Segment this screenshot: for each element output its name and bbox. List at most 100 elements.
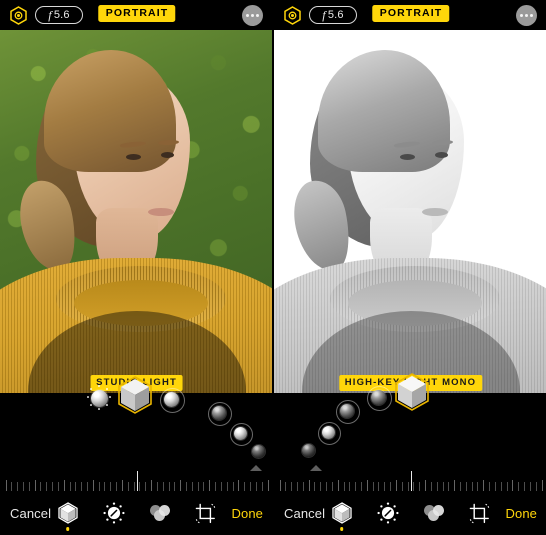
- hair-front: [318, 50, 450, 172]
- eye-left: [400, 154, 415, 160]
- lighting-option-studio-light[interactable]: [322, 426, 335, 439]
- slider-tick: [75, 482, 77, 491]
- slider-tick: [191, 482, 193, 491]
- slider-tick: [180, 480, 182, 491]
- slider-tick: [57, 482, 59, 491]
- tool-buttons: [330, 500, 492, 531]
- slider-tick: [203, 482, 205, 491]
- adjust-dial-icon[interactable]: [102, 500, 126, 526]
- slider-thumb[interactable]: [410, 471, 413, 491]
- adjust-dial-icon[interactable]: [376, 500, 400, 526]
- slider-tick: [355, 482, 357, 491]
- slider-tick: [98, 482, 100, 491]
- cancel-button[interactable]: Cancel: [10, 507, 51, 520]
- slider-tick: [518, 482, 520, 491]
- lighting-option-natural-light[interactable]: [91, 390, 108, 407]
- photo-subject: [274, 30, 546, 393]
- cancel-button[interactable]: Cancel: [284, 507, 325, 520]
- lighting-intensity-slider[interactable]: [0, 465, 272, 491]
- slider-tick: [11, 482, 13, 491]
- slider-tick: [5, 480, 7, 491]
- lips: [148, 208, 174, 216]
- photo-preview-mono[interactable]: HIGH-KEY LIGHT MONO: [274, 30, 546, 393]
- done-button[interactable]: Done: [232, 507, 263, 520]
- portrait-cube-icon[interactable]: [330, 500, 354, 531]
- slider-tick: [541, 480, 543, 491]
- filters-icon[interactable]: [422, 500, 446, 526]
- eye-right: [435, 152, 448, 158]
- lighting-option-contour-light[interactable]: [164, 392, 179, 407]
- crop-icon[interactable]: [468, 500, 492, 526]
- slider-tick: [151, 480, 153, 491]
- aperture-symbol: f: [322, 7, 326, 22]
- slider-tick: [110, 482, 112, 491]
- more-options-icon[interactable]: [516, 5, 537, 26]
- lighting-selector-carousel[interactable]: [0, 360, 272, 458]
- lighting-option-natural-light[interactable]: [302, 444, 315, 457]
- lighting-selector-carousel[interactable]: [274, 360, 546, 457]
- screen-studio-light: STUDIO LIGHT Cancel Done f 5.6 PORTRAIT: [0, 0, 272, 535]
- slider-tick: [46, 482, 48, 491]
- slider-tick: [22, 482, 24, 491]
- hexagon-portrait-icon[interactable]: [283, 6, 302, 25]
- slider-tick: [419, 482, 421, 491]
- slider-tick: [168, 482, 170, 491]
- slider-tick: [477, 482, 479, 491]
- tool-buttons: [56, 500, 218, 531]
- lighting-option-stage-light[interactable]: [371, 390, 386, 405]
- done-button[interactable]: Done: [506, 507, 537, 520]
- slider-ticks[interactable]: [279, 465, 543, 491]
- aperture-value-button[interactable]: f 5.6: [35, 6, 83, 24]
- hexagon-portrait-icon[interactable]: [9, 6, 28, 25]
- slider-tick: [215, 482, 217, 491]
- lighting-option-stage-light[interactable]: [212, 406, 226, 420]
- slider-tick: [156, 482, 158, 491]
- more-options-icon[interactable]: [242, 5, 263, 26]
- photo-preview-color[interactable]: STUDIO LIGHT: [0, 30, 272, 393]
- slider-tick: [197, 482, 199, 491]
- sweater-collar-inner: [348, 280, 482, 326]
- slider-tick: [430, 482, 432, 491]
- slider-tick: [529, 482, 531, 491]
- slider-tick: [40, 482, 42, 491]
- lighting-option-contour-light[interactable]: [340, 404, 354, 418]
- slider-tick: [87, 482, 88, 491]
- slider-caret-marker: [249, 465, 262, 471]
- slider-ticks[interactable]: [5, 465, 269, 491]
- slider-tick: [209, 480, 211, 491]
- slider-tick: [220, 482, 222, 491]
- slider-tick: [326, 482, 328, 491]
- mode-badge-portrait[interactable]: PORTRAIT: [97, 5, 176, 22]
- slider-tick: [454, 480, 456, 491]
- slider-tick: [162, 482, 164, 491]
- hair-front: [44, 50, 176, 172]
- aperture-value-button[interactable]: f 5.6: [309, 6, 357, 24]
- slider-tick: [139, 482, 141, 491]
- slider-tick: [337, 480, 339, 491]
- slider-thumb[interactable]: [136, 471, 139, 491]
- slider-tick: [535, 482, 537, 491]
- slider-tick: [185, 482, 187, 491]
- slider-tick: [250, 482, 252, 491]
- slider-tick: [378, 482, 380, 491]
- lighting-intensity-slider[interactable]: [274, 465, 546, 491]
- filters-icon[interactable]: [148, 500, 172, 526]
- portrait-cube-icon[interactable]: [56, 500, 80, 531]
- lighting-option-studio-light-selected[interactable]: [117, 375, 153, 415]
- lighting-option-high-key-light-mono[interactable]: [252, 445, 265, 458]
- mode-badge-portrait[interactable]: PORTRAIT: [371, 5, 450, 22]
- slider-tick: [52, 482, 54, 491]
- crop-icon[interactable]: [194, 500, 218, 526]
- slider-tick: [459, 482, 461, 491]
- slider-tick: [506, 482, 508, 491]
- slider-tick: [384, 482, 386, 491]
- slider-tick: [407, 482, 409, 491]
- screen-high-key-light-mono: HIGH-KEY LIGHT MONO: [272, 0, 546, 535]
- slider-tick: [133, 482, 135, 491]
- lighting-option-high-key-light-mono-selected[interactable]: [394, 372, 430, 412]
- slider-tick: [92, 480, 94, 491]
- lighting-option-stage-light-mono[interactable]: [234, 427, 247, 440]
- aperture-number: 5.6: [53, 9, 70, 21]
- slider-tick: [17, 482, 19, 491]
- slider-tick: [121, 480, 123, 491]
